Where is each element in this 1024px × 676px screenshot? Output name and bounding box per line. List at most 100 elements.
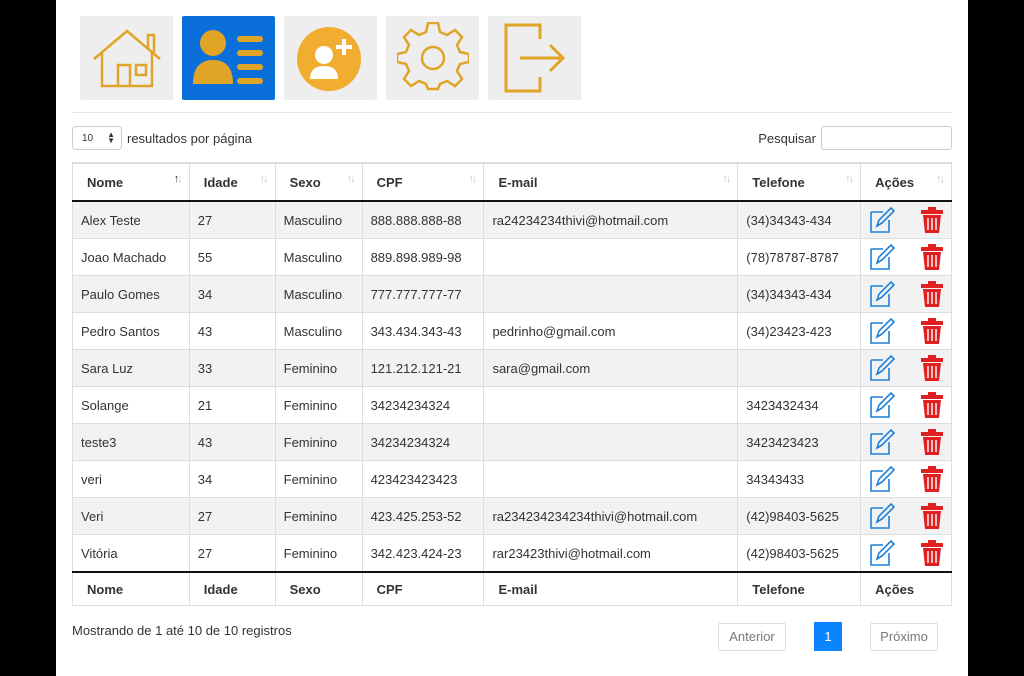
add-user-button[interactable] — [284, 16, 377, 100]
column-footer: Idade — [188, 571, 276, 606]
trash-icon[interactable] — [921, 244, 943, 270]
table-cell: (78)78787-8787 — [737, 238, 862, 276]
edit-icon[interactable] — [869, 206, 896, 234]
trash-icon[interactable] — [921, 392, 943, 418]
select-arrows-icon: ▲ ▼ — [107, 130, 115, 145]
column-header[interactable]: E-mail ↑↓ — [483, 162, 739, 202]
table-cell: Feminino — [274, 460, 363, 498]
trash-icon[interactable] — [921, 429, 943, 455]
column-header-label: Sexo — [289, 174, 321, 190]
home-button[interactable] — [80, 16, 173, 100]
table-cell: 34234234324 — [361, 423, 485, 461]
page-1-button[interactable]: 1 — [814, 622, 842, 651]
table-cell: 43 — [188, 312, 276, 350]
edit-icon[interactable] — [869, 243, 896, 271]
column-footer: E-mail — [483, 571, 739, 606]
actions-cell — [860, 423, 952, 461]
toolbar — [80, 16, 581, 100]
sort-icon: ↑↓ — [173, 173, 183, 185]
table-cell: Feminino — [274, 423, 363, 461]
table-cell: 343.434.343-43 — [361, 312, 485, 350]
column-footer: Sexo — [274, 571, 363, 606]
trash-icon[interactable] — [921, 207, 943, 233]
table-cell: pedrinho@gmail.com — [483, 312, 739, 350]
column-header-label: E-mail — [498, 174, 538, 190]
edit-icon[interactable] — [869, 465, 896, 493]
table-cell: Alex Teste — [72, 200, 190, 239]
table-cell: Feminino — [274, 497, 363, 535]
settings-button[interactable] — [386, 16, 479, 100]
edit-icon[interactable] — [869, 502, 896, 530]
edit-icon[interactable] — [869, 428, 896, 456]
column-header[interactable]: Ações ↑↓ — [860, 162, 952, 202]
table-cell: Feminino — [274, 349, 363, 387]
page: 10 ▲ ▼ resultados por página Pesquisar No… — [56, 0, 968, 676]
edit-icon[interactable] — [869, 391, 896, 419]
actions-cell — [860, 238, 952, 276]
column-header[interactable]: Idade ↑↓ — [188, 162, 276, 202]
search-input[interactable] — [821, 126, 952, 150]
trash-icon[interactable] — [921, 281, 943, 307]
table-cell: 43 — [188, 423, 276, 461]
table-cell: Feminino — [274, 386, 363, 424]
table-cell: Feminino — [274, 534, 363, 573]
table-row: Pedro Santos 43 Masculino 343.434.343-43 ped… — [72, 312, 952, 350]
actions-cell — [860, 497, 952, 535]
trash-icon[interactable] — [921, 466, 943, 492]
next-button[interactable]: Próximo — [870, 622, 938, 651]
table-row: Alex Teste 27 Masculino 888.888.888-88 ra242… — [72, 200, 952, 239]
column-header[interactable]: CPF ↑↓ — [361, 162, 485, 202]
column-header[interactable]: Sexo ↑↓ — [274, 162, 363, 202]
page-length-select[interactable]: 10 ▲ ▼ — [72, 126, 122, 150]
table-row: Vitória 27 Feminino 342.423.424-23 rar23423t… — [72, 534, 952, 573]
table-row: Paulo Gomes 34 Masculino 777.777.777-77 (34)… — [72, 275, 952, 313]
column-header[interactable]: Nome ↑↓ — [72, 162, 190, 202]
column-header-label: CPF — [376, 174, 403, 190]
edit-icon[interactable] — [869, 354, 896, 382]
table-row: Joao Machado 55 Masculino 889.898.989-98 (78… — [72, 238, 952, 276]
table-cell: Solange — [72, 386, 190, 424]
trash-icon[interactable] — [921, 503, 943, 529]
trash-icon[interactable] — [921, 318, 943, 344]
table-cell: 27 — [188, 497, 276, 535]
edit-icon[interactable] — [869, 317, 896, 345]
previous-button[interactable]: Anterior — [718, 622, 786, 651]
column-header-label: Ações — [875, 174, 915, 190]
page-length-value: 10 — [82, 132, 94, 144]
table-cell: (34)23423-423 — [737, 312, 862, 350]
table-row: Veri 27 Feminino 423.425.253-52 ra2342342342… — [72, 497, 952, 535]
table-cell: Paulo Gomes — [72, 275, 190, 313]
table-cell: Joao Machado — [72, 238, 190, 276]
logout-button[interactable] — [488, 16, 581, 100]
table-cell: 342.423.424-23 — [361, 534, 485, 573]
trash-icon[interactable] — [921, 540, 943, 566]
table-cell: 888.888.888-88 — [361, 200, 485, 239]
users-list-button[interactable] — [182, 16, 275, 100]
table-cell — [483, 275, 739, 313]
table-cell: 33 — [188, 349, 276, 387]
home-icon — [92, 29, 161, 88]
table-cell: (34)34343-434 — [737, 200, 862, 239]
divider — [72, 112, 952, 113]
users-list-icon — [192, 30, 263, 84]
table-cell: 55 — [188, 238, 276, 276]
table-cell: 34343433 — [737, 460, 862, 498]
column-footer: Nome — [72, 571, 190, 606]
table-cell: ra234234234234thivi@hotmail.com — [483, 497, 739, 535]
actions-cell — [860, 200, 952, 239]
column-header[interactable]: Telefone ↑↓ — [737, 162, 862, 202]
search: Pesquisar — [758, 126, 952, 150]
table-cell — [737, 349, 862, 387]
actions-cell — [860, 275, 952, 313]
sort-icon: ↑↓ — [936, 173, 945, 185]
table-cell: rar23423thivi@hotmail.com — [483, 534, 739, 573]
edit-icon[interactable] — [869, 539, 896, 567]
actions-cell — [860, 386, 952, 424]
edit-icon[interactable] — [869, 280, 896, 308]
column-header-label: Idade — [203, 174, 238, 190]
table-cell: 121.212.121-21 — [361, 349, 485, 387]
add-user-icon — [296, 27, 361, 91]
sort-icon: ↑↓ — [468, 173, 477, 185]
table-cell: Vitória — [72, 534, 190, 573]
trash-icon[interactable] — [921, 355, 943, 381]
